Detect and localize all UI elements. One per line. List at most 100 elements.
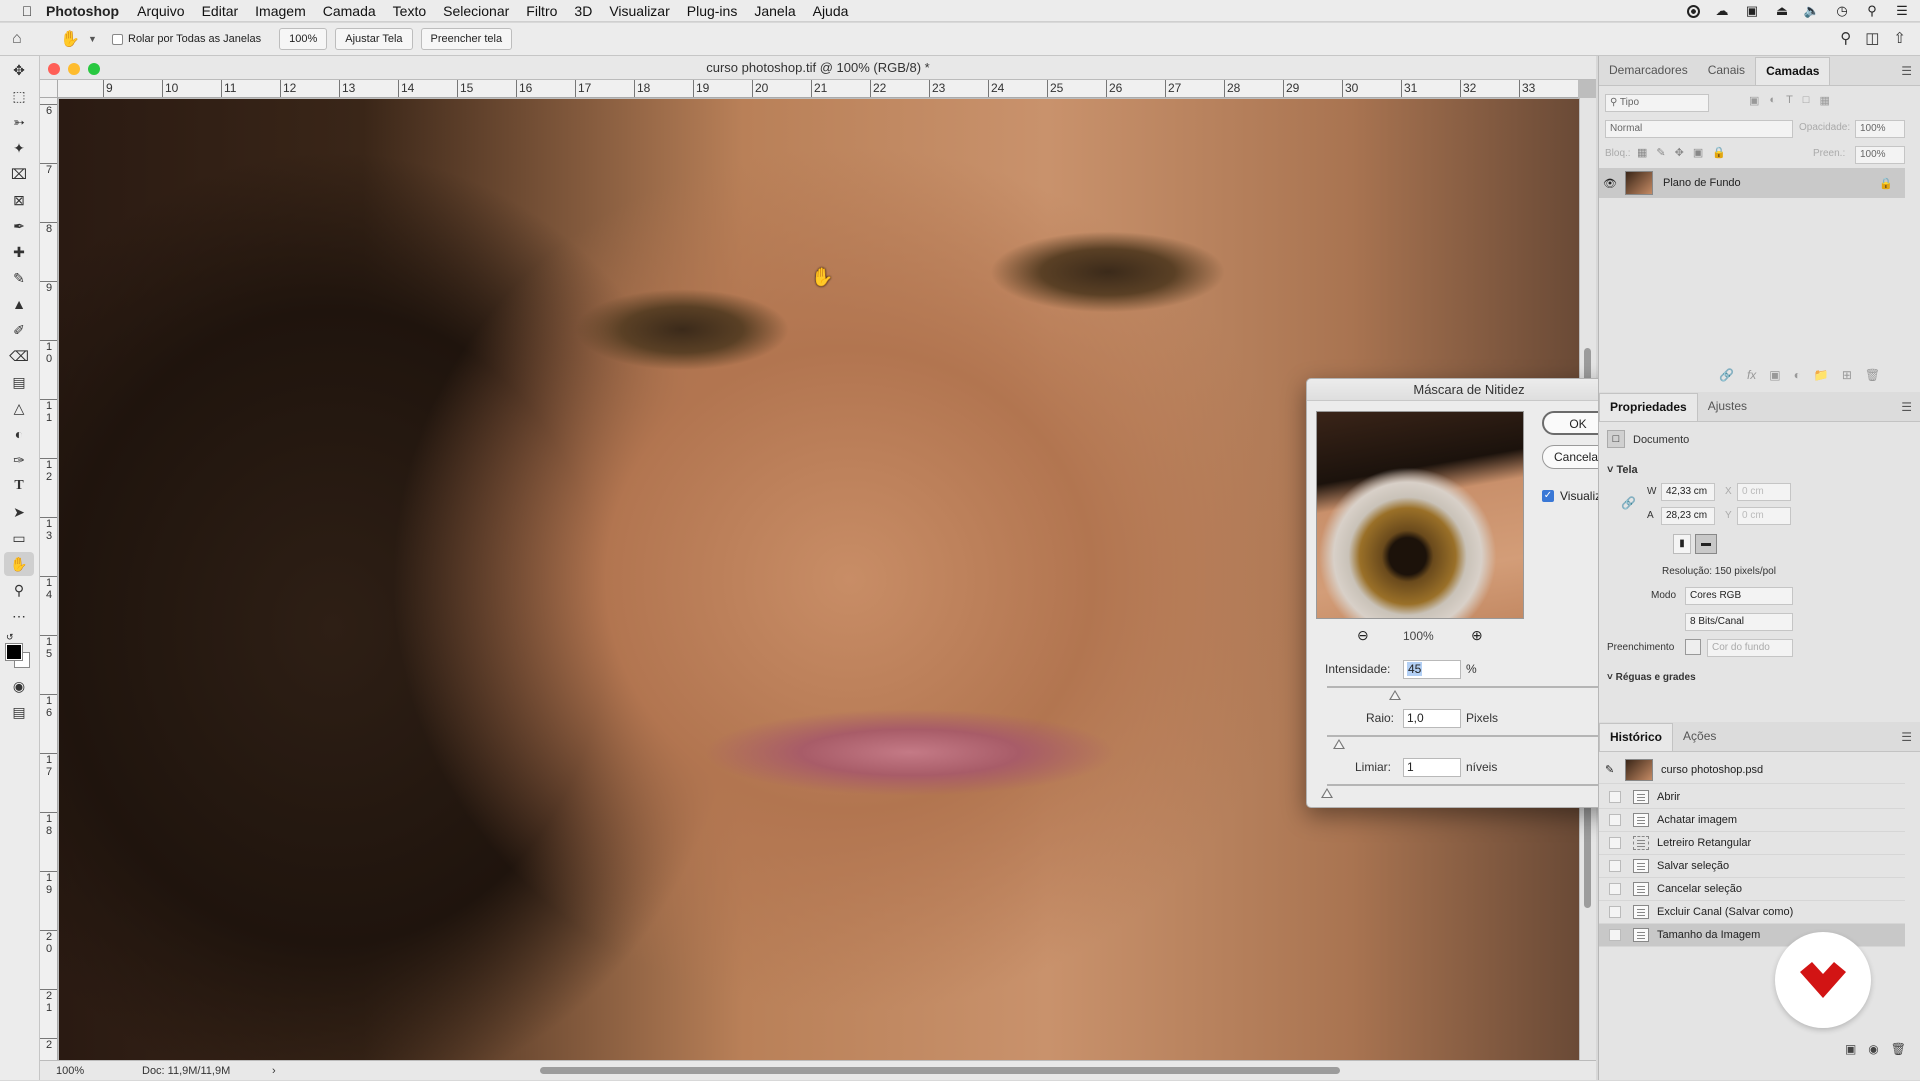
delete-state-icon[interactable]: 🗑: [1891, 1042, 1906, 1056]
chevron-right-icon[interactable]: ›: [272, 1061, 276, 1081]
magic-wand-icon[interactable]: ✦: [4, 136, 34, 160]
hand-tool-icon[interactable]: ✋: [4, 552, 34, 576]
type-filter-icon[interactable]: T: [1786, 94, 1793, 107]
history-snapshot[interactable]: ✎ curso photoshop.psd: [1599, 756, 1905, 784]
pen-tool-icon[interactable]: ✑: [4, 448, 34, 472]
new-group-icon[interactable]: 📁: [1814, 368, 1829, 382]
control-center-icon[interactable]: ☰: [1894, 3, 1910, 18]
menu-plugins[interactable]: Plug-ins: [687, 3, 738, 19]
mode-select[interactable]: Cores RGB: [1685, 587, 1793, 605]
frame-tool-icon[interactable]: ⊠: [4, 188, 34, 212]
lock-pixels-icon[interactable]: ✎: [1656, 146, 1665, 159]
apple-icon[interactable]: : [18, 3, 36, 19]
quick-mask-icon[interactable]: ◉: [4, 674, 34, 698]
path-select-icon[interactable]: ➤: [4, 500, 34, 524]
history-item[interactable]: Cancelar seleção: [1599, 878, 1905, 901]
height-input[interactable]: 28,23 cm: [1661, 507, 1715, 525]
chevron-down-icon[interactable]: ▼: [88, 34, 102, 44]
zoom-100-button[interactable]: 100%: [279, 28, 328, 50]
tab-layers[interactable]: Camadas: [1755, 57, 1831, 85]
healing-brush-icon[interactable]: ✚: [4, 240, 34, 264]
menu-3d[interactable]: 3D: [574, 3, 592, 19]
lock-icon[interactable]: 🔒: [1879, 177, 1893, 190]
dodge-tool-icon[interactable]: ◐: [4, 422, 34, 446]
menu-visualizar[interactable]: Visualizar: [609, 3, 669, 19]
display-icon[interactable]: ▣: [1744, 3, 1760, 18]
swap-colors-icon[interactable]: ↺: [6, 632, 14, 643]
foreground-color[interactable]: [5, 643, 23, 661]
zoom-in-icon[interactable]: ⊕: [1471, 627, 1483, 644]
blend-mode-select[interactable]: Normal: [1605, 120, 1793, 138]
more-tools-icon[interactable]: ⋯: [4, 604, 34, 628]
menu-filtro[interactable]: Filtro: [526, 3, 557, 19]
delete-layer-icon[interactable]: 🗑: [1865, 368, 1880, 382]
panel-menu-icon[interactable]: ☰: [1901, 400, 1912, 414]
radius-slider-thumb[interactable]: [1333, 739, 1345, 749]
dialog-title[interactable]: Máscara de Nitidez: [1307, 379, 1631, 401]
document-title-bar[interactable]: curso photoshop.tif @ 100% (RGB/8) *: [40, 56, 1596, 80]
menu-selecionar[interactable]: Selecionar: [443, 3, 509, 19]
zoom-tool-icon[interactable]: ⚲: [4, 578, 34, 602]
new-layer-icon[interactable]: ⊞: [1842, 368, 1852, 382]
home-icon[interactable]: ⌂: [12, 30, 40, 48]
menu-arquivo[interactable]: Arquivo: [137, 3, 184, 19]
search-icon[interactable]: ⚲: [1840, 29, 1851, 47]
layer-row-background[interactable]: 👁 Plano de Fundo 🔒: [1599, 168, 1905, 198]
zoom-out-icon[interactable]: ⊖: [1357, 627, 1369, 644]
layer-filter-select[interactable]: ⚲ Tipo: [1605, 94, 1709, 112]
menu-camada[interactable]: Camada: [323, 3, 376, 19]
eject-icon[interactable]: ⏏: [1774, 3, 1790, 18]
status-zoom[interactable]: 100%: [56, 1061, 84, 1081]
history-checkbox[interactable]: [1609, 791, 1621, 803]
time-machine-icon[interactable]: ◷: [1834, 3, 1850, 18]
section-canvas[interactable]: ˅ Tela: [1607, 464, 1638, 476]
amount-slider-thumb[interactable]: [1389, 690, 1401, 700]
tab-properties[interactable]: Propriedades: [1599, 393, 1698, 421]
blur-tool-icon[interactable]: △: [4, 396, 34, 420]
history-checkbox[interactable]: [1609, 883, 1621, 895]
bits-select[interactable]: 8 Bits/Canal: [1685, 613, 1793, 631]
app-name[interactable]: Photoshop: [46, 3, 119, 19]
layer-thumbnail[interactable]: [1625, 171, 1653, 195]
history-item[interactable]: Achatar imagem: [1599, 809, 1905, 832]
rectangle-tool-icon[interactable]: ▭: [4, 526, 34, 550]
amount-slider-track[interactable]: [1327, 686, 1615, 688]
smart-filter-icon[interactable]: ▦: [1819, 94, 1829, 107]
portrait-orientation-icon[interactable]: ▮: [1673, 534, 1691, 554]
panel-menu-icon[interactable]: ☰: [1901, 730, 1912, 744]
vertical-ruler[interactable]: 6 7 8 9 1 0 1 1 1 2 1 3 1 4 1 5 1 6 1 7 …: [40, 98, 58, 1060]
add-mask-icon[interactable]: ▣: [1769, 368, 1780, 382]
tab-channels[interactable]: Canais: [1698, 57, 1755, 85]
history-checkbox[interactable]: [1609, 837, 1621, 849]
lasso-tool-icon[interactable]: ➳: [4, 110, 34, 134]
layer-name[interactable]: Plano de Fundo: [1663, 177, 1741, 189]
horizontal-scrollbar[interactable]: [540, 1067, 1340, 1074]
checkbox-box[interactable]: [112, 33, 123, 45]
menu-janela[interactable]: Janela: [754, 3, 795, 19]
history-checkbox[interactable]: [1609, 860, 1621, 872]
adjust-filter-icon[interactable]: ◐: [1769, 94, 1776, 107]
eye-icon[interactable]: 👁: [1599, 177, 1621, 190]
adjustment-layer-icon[interactable]: ◐: [1794, 368, 1801, 382]
color-swatches[interactable]: ↺: [0, 632, 40, 672]
threshold-slider-track[interactable]: [1327, 784, 1615, 786]
volume-icon[interactable]: 🔈: [1804, 3, 1820, 18]
history-checkbox[interactable]: [1609, 929, 1621, 941]
marquee-tool-icon[interactable]: ⬚: [4, 84, 34, 108]
close-window-button[interactable]: [48, 63, 60, 75]
history-item[interactable]: Excluir Canal (Salvar como): [1599, 901, 1905, 924]
radius-input[interactable]: 1,0: [1403, 709, 1461, 728]
new-document-icon[interactable]: ▣: [1845, 1042, 1856, 1056]
fit-screen-button[interactable]: Ajustar Tela: [335, 28, 413, 50]
history-checkbox[interactable]: [1609, 906, 1621, 918]
history-brush-icon[interactable]: ✐: [4, 318, 34, 342]
record-icon[interactable]: [1687, 4, 1700, 18]
stamp-tool-icon[interactable]: ▲: [4, 292, 34, 316]
tab-paths[interactable]: Demarcadores: [1599, 57, 1698, 85]
scroll-all-checkbox[interactable]: Rolar por Todas as Janelas: [112, 33, 261, 45]
dialog-preview[interactable]: [1316, 411, 1524, 619]
menu-ajuda[interactable]: Ajuda: [813, 3, 849, 19]
eraser-icon[interactable]: ⌫: [4, 344, 34, 368]
link-dimensions-icon[interactable]: 🔗: [1621, 496, 1636, 510]
screen-mode-icon[interactable]: ▤: [4, 700, 34, 724]
